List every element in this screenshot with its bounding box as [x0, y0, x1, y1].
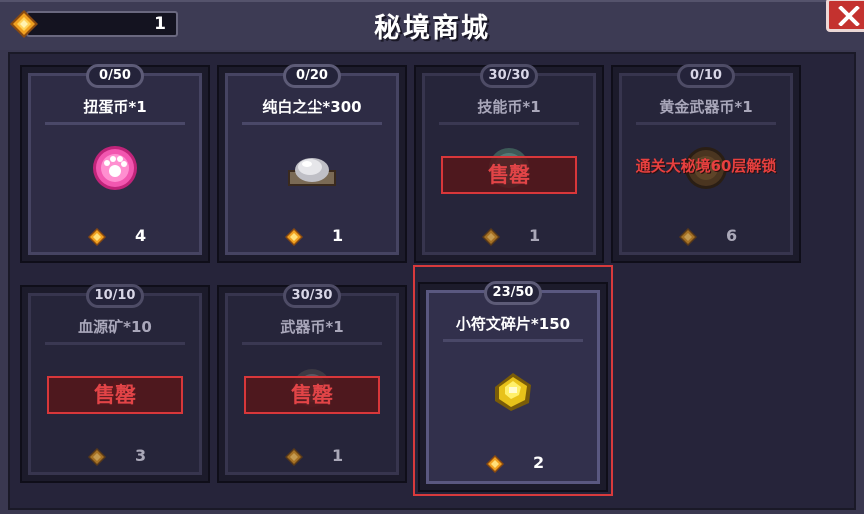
- divider: [242, 122, 382, 125]
- stock-badge: 30/30: [480, 64, 538, 88]
- price-value: 1: [332, 226, 344, 245]
- item-name: 血源矿*10: [78, 318, 152, 336]
- price-row: 4: [31, 224, 199, 250]
- white-dust-pile-icon: [288, 158, 336, 186]
- price-row: 1: [228, 224, 396, 250]
- price-value: 2: [533, 453, 545, 472]
- gem-icon: [88, 228, 106, 246]
- sold-out-label: 售罄: [441, 156, 577, 194]
- price-row: 1: [228, 444, 396, 470]
- price-row: 3: [31, 444, 199, 470]
- stock-badge: 0/10: [677, 64, 735, 88]
- close-icon: [838, 6, 860, 26]
- page-title: 秘境商城: [374, 13, 490, 44]
- shop-item-card[interactable]: 30/30 武器币*1 售罄 1: [217, 284, 407, 483]
- price-value: 3: [135, 446, 147, 465]
- gem-icon: [482, 228, 500, 246]
- header-bar: 1 秘境商城: [0, 0, 864, 50]
- divider: [439, 122, 579, 125]
- card-body: 23/50 小符文碎片*150 2: [426, 281, 600, 484]
- item-name: 技能币*1: [477, 98, 541, 116]
- gem-icon: [88, 448, 106, 466]
- item-name: 扭蛋币*1: [83, 98, 147, 116]
- sold-out-label: 售罄: [244, 376, 380, 414]
- shop-item-card[interactable]: 0/10 黄金武器币*1 通关大秘境60层解锁 6: [611, 64, 801, 263]
- gem-icon: [679, 228, 697, 246]
- pink-gacha-coin-icon: [93, 146, 137, 190]
- gem-icon: [285, 448, 303, 466]
- divider: [242, 342, 382, 345]
- price-value: 4: [135, 226, 147, 245]
- shop-item-card[interactable]: 0/20 纯白之尘*300 1: [217, 64, 407, 263]
- rune-shard-icon: [495, 373, 531, 411]
- stock-badge: 0/50: [86, 64, 144, 88]
- gem-icon: [285, 228, 303, 246]
- card-body: 0/20 纯白之尘*300 1: [225, 64, 399, 255]
- unlock-requirement: 通关大秘境60层解锁: [635, 157, 777, 175]
- stock-badge: 30/30: [283, 284, 341, 308]
- stock-badge: 0/20: [283, 64, 341, 88]
- price-row: 6: [622, 224, 790, 250]
- item-name: 纯白之尘*300: [262, 98, 362, 116]
- card-body: 10/10 血源矿*10 售罄 3: [28, 284, 202, 475]
- item-name: 武器币*1: [280, 318, 344, 336]
- stock-badge: 10/10: [86, 284, 144, 308]
- gem-icon: [486, 455, 504, 473]
- shop-item-card[interactable]: 10/10 血源矿*10 售罄 3: [20, 284, 210, 483]
- divider: [45, 342, 185, 345]
- card-body: 30/30 技能币*1 售罄 1: [422, 64, 596, 255]
- divider: [636, 122, 776, 125]
- shop-item-card-selected[interactable]: 23/50 小符文碎片*150 2: [418, 281, 608, 492]
- item-name: 小符文碎片*150: [455, 315, 571, 333]
- sold-out-label: 售罄: [47, 376, 183, 414]
- divider: [45, 122, 185, 125]
- card-body: 0/10 黄金武器币*1 通关大秘境60层解锁 6: [619, 64, 793, 255]
- item-name: 黄金武器币*1: [659, 98, 753, 116]
- stock-badge: 23/50: [484, 281, 542, 305]
- price-row: 2: [429, 451, 597, 477]
- card-body: 0/50 扭蛋币*1 4: [28, 64, 202, 255]
- divider: [443, 339, 583, 342]
- close-button[interactable]: [826, 0, 864, 32]
- price-value: 1: [529, 226, 541, 245]
- price-value: 1: [332, 446, 344, 465]
- shop-item-card[interactable]: 0/50 扭蛋币*1 4: [20, 64, 210, 263]
- card-body: 30/30 武器币*1 售罄 1: [225, 284, 399, 475]
- price-row: 1: [425, 224, 593, 250]
- shop-window: 1 秘境商城 0/50 扭蛋币*1 4 0/20 纯白之尘*300 1 30/3…: [0, 0, 864, 514]
- shop-item-card[interactable]: 30/30 技能币*1 售罄 1: [414, 64, 604, 263]
- price-value: 6: [726, 226, 738, 245]
